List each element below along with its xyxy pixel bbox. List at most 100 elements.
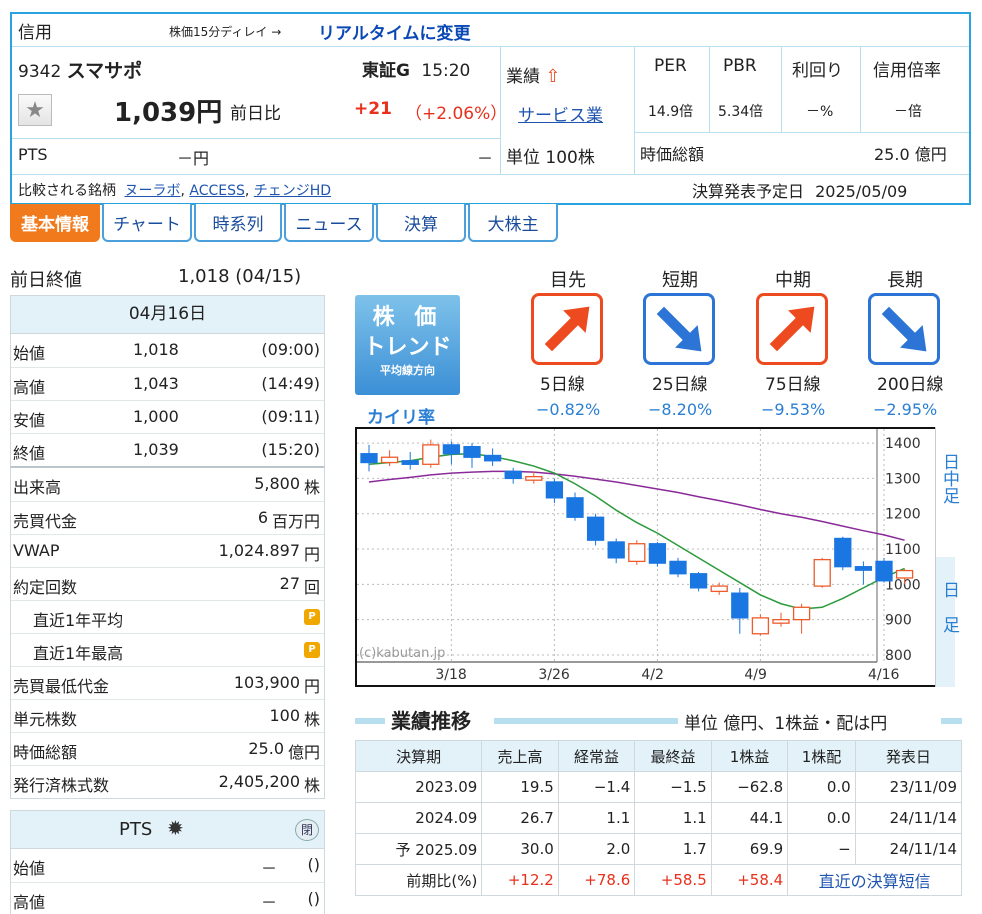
row-time: () xyxy=(307,855,320,874)
kairi-label: カイリ率 xyxy=(367,408,435,428)
row-value: 1,043 xyxy=(133,374,179,393)
realtime-link[interactable]: リアルタイムに変更 xyxy=(318,19,471,44)
candle-body xyxy=(483,454,502,462)
lock-icon[interactable]: P xyxy=(304,609,320,625)
table-row: 直近1年平均 P xyxy=(11,600,324,633)
candle-body xyxy=(525,476,543,481)
tab-earnings[interactable]: 決算 xyxy=(376,204,466,242)
yoy-label: 前期比(%) xyxy=(354,864,483,896)
candle-body xyxy=(772,618,790,624)
margin-ratio-header: 信用倍率 xyxy=(873,61,941,81)
table-row: 始値 － () xyxy=(11,849,324,882)
row-label: 終値 xyxy=(13,444,46,463)
candle-body xyxy=(875,560,893,582)
column-header: 発表日 xyxy=(854,740,963,772)
table-row: 時価総額 25.0 億円 xyxy=(11,732,324,765)
trend-period: 中期 xyxy=(775,270,811,291)
tab-time-series[interactable]: 時系列 xyxy=(194,204,282,242)
table-cell: 1.1 xyxy=(634,802,712,834)
star-icon[interactable]: ★ xyxy=(18,94,52,126)
pts-panel: PTS ✹ 閉 始値 － () 高値 － () xyxy=(10,810,325,914)
pts-label: PTS xyxy=(18,145,48,164)
stat-label: 時価総額 xyxy=(13,743,78,762)
chart-watermark: (c)kabutan.jp xyxy=(359,646,445,661)
gyoseki-label: 業績 ⇧ xyxy=(506,66,561,87)
row-value: － xyxy=(261,893,278,912)
table-cell: −1.5 xyxy=(634,771,712,803)
candle-body xyxy=(813,558,831,587)
price-change-pct: （+2.06%） xyxy=(405,104,508,124)
column-header: 1株益 xyxy=(710,740,789,772)
row-time: () xyxy=(307,889,320,908)
table-cell: 予 2025.09 xyxy=(354,833,483,865)
trend-line-name: 75日線 xyxy=(765,375,821,395)
table-row: 発行済株式数 2,405,200 株 xyxy=(11,765,324,798)
tab-major-shareholders[interactable]: 大株主 xyxy=(468,204,558,242)
pbr-value: 5.34倍 xyxy=(718,104,764,120)
table-row: 単元株数 100 株 xyxy=(11,699,324,732)
column-header: 決算期 xyxy=(354,740,483,772)
candle-body xyxy=(669,560,687,575)
stat-value: 103,900 xyxy=(233,673,300,692)
yoy-cell: +58.5 xyxy=(634,864,712,896)
stat-label: 売買最低代金 xyxy=(13,677,110,696)
stat-label: 単元株数 xyxy=(13,710,78,729)
candle-body xyxy=(854,566,873,571)
compare-link-access[interactable]: ACCESS xyxy=(189,183,245,199)
performance-table: 決算期 売上高 経常益 最終益 1株益 1株配 発表日 2023.09 19.5 −1.4 −1.… xyxy=(354,740,963,896)
trend-line-name: 25日線 xyxy=(652,375,708,395)
tab-basic-info[interactable]: 基本情報 xyxy=(10,204,100,242)
trend-period: 長期 xyxy=(887,270,923,291)
industry-link[interactable]: サービス業 xyxy=(518,101,603,126)
side-tab-intraday[interactable]: 日中足 xyxy=(935,427,959,557)
compare-link-nulab[interactable]: ヌーラボ xyxy=(124,183,180,199)
column-header: 最終益 xyxy=(634,740,712,772)
row-time: (09:11) xyxy=(261,407,320,426)
table-row: 予 2025.09 30.0 2.0 1.7 69.9−24/11/14 xyxy=(354,833,963,865)
trend-down-arrow-icon xyxy=(868,293,940,365)
row-value: － xyxy=(261,859,278,878)
table-row: 高値 1,043 (14:49) xyxy=(11,367,324,400)
row-label: 安値 xyxy=(13,411,46,430)
stat-unit: 円 xyxy=(303,677,320,696)
table-cell: 44.1 xyxy=(710,802,789,834)
table-cell: 23/11/09 xyxy=(854,771,963,803)
daily-price-table: 04月16日 始値 1,018 (09:00) 高値 1,043 (14:49) 安値 1,0… xyxy=(10,295,325,467)
tanshin-link[interactable]: 直近の決算短信 xyxy=(787,864,962,896)
stock-code: 9342 xyxy=(18,62,62,82)
close-panel-button[interactable]: 閉 xyxy=(295,819,319,841)
change-label: 前日比 xyxy=(230,104,281,124)
row-value: 1,018 xyxy=(133,340,179,359)
table-date: 04月16日 xyxy=(11,296,324,334)
lock-icon[interactable]: P xyxy=(304,642,320,658)
table-cell: 2024.09 xyxy=(354,802,483,834)
prev-close-value: 1,018 (04/15) xyxy=(178,266,302,287)
trend-kairi: −2.95% xyxy=(873,400,938,419)
tab-chart[interactable]: チャート xyxy=(102,204,192,242)
earnings-date: 2025/05/09 xyxy=(815,182,908,201)
column-header: 売上高 xyxy=(481,740,559,772)
stat-label: 直近1年最高 xyxy=(33,644,124,663)
y-tick-label: 1400 xyxy=(885,436,921,452)
tab-news[interactable]: ニュース xyxy=(284,204,374,242)
table-row: 始値 1,018 (09:00) xyxy=(11,334,324,367)
prev-close-label: 前日終値 xyxy=(10,270,82,291)
candle-body xyxy=(586,516,605,541)
candle-body xyxy=(545,481,564,499)
yield-value: －% xyxy=(806,104,834,120)
candle-body xyxy=(463,446,481,458)
row-value: 1,000 xyxy=(133,407,179,426)
stat-unit: 株 xyxy=(303,710,320,729)
compare-link-change[interactable]: チェンジHD xyxy=(254,183,331,199)
table-row: 出来高 5,800 株 xyxy=(11,468,324,501)
price-chart: 1400 1300 1200 1100 1000 900 800 3/18 3/26 4/2 4/9… xyxy=(355,427,955,687)
table-cell: −62.8 xyxy=(710,771,789,803)
trend-line-name: 5日線 xyxy=(540,375,585,395)
ma-long-line xyxy=(368,470,905,541)
side-tab-daily[interactable]: 日足 xyxy=(935,557,959,687)
table-cell: 24/11/14 xyxy=(854,833,963,865)
stat-unit: 億円 xyxy=(287,743,320,762)
candle-body xyxy=(710,585,728,593)
gear-icon[interactable]: ✹ xyxy=(167,816,184,840)
pts-panel-header: PTS ✹ 閉 xyxy=(11,811,324,849)
